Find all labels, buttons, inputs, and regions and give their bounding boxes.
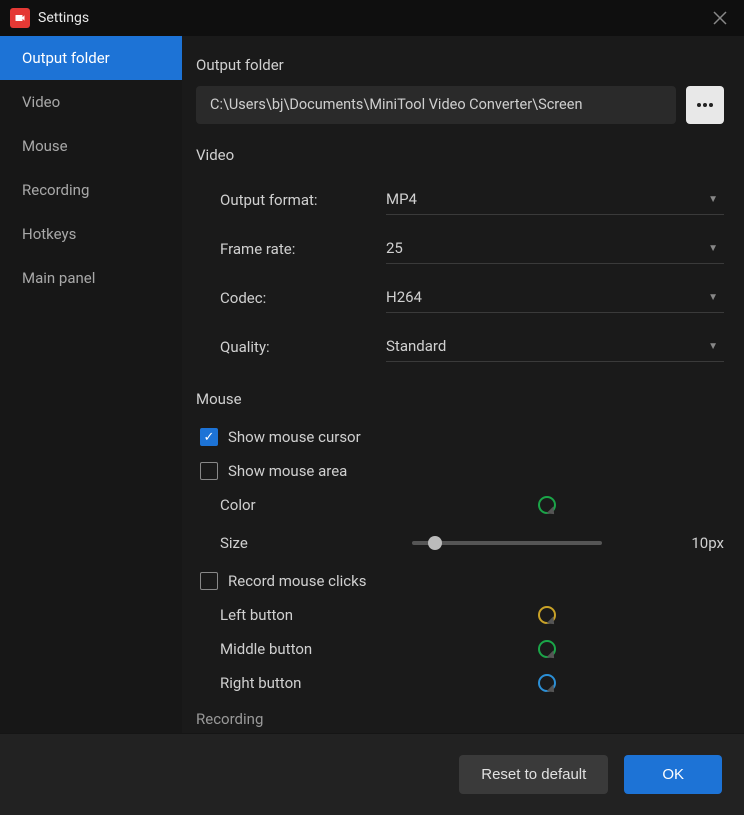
section-output-folder-title: Output folder bbox=[196, 56, 724, 74]
sidebar: Output folder Video Mouse Recording Hotk… bbox=[0, 36, 182, 733]
quality-label: Quality: bbox=[220, 338, 386, 356]
close-button[interactable] bbox=[706, 4, 734, 32]
sidebar-item-recording[interactable]: Recording bbox=[0, 168, 182, 212]
show-area-checkbox[interactable] bbox=[200, 462, 218, 480]
right-button-color-picker[interactable] bbox=[538, 674, 556, 692]
middle-button-label: Middle button bbox=[220, 640, 538, 658]
area-color-picker[interactable] bbox=[538, 496, 556, 514]
frame-rate-label: Frame rate: bbox=[220, 240, 386, 258]
right-button-label: Right button bbox=[220, 674, 538, 692]
codec-select[interactable]: H264 ▼ bbox=[386, 282, 724, 313]
quality-value: Standard bbox=[386, 337, 446, 355]
sidebar-item-video[interactable]: Video bbox=[0, 80, 182, 124]
record-clicks-label: Record mouse clicks bbox=[228, 572, 366, 590]
middle-button-color-picker[interactable] bbox=[538, 640, 556, 658]
app-icon bbox=[10, 8, 30, 28]
reset-button[interactable]: Reset to default bbox=[459, 755, 608, 794]
frame-rate-select[interactable]: 25 ▼ bbox=[386, 233, 724, 264]
browse-button[interactable] bbox=[686, 86, 724, 124]
chevron-down-icon: ▼ bbox=[708, 243, 718, 254]
footer: Reset to default OK bbox=[0, 733, 744, 815]
record-clicks-checkbox[interactable] bbox=[200, 572, 218, 590]
section-video-title: Video bbox=[196, 146, 724, 164]
show-cursor-label: Show mouse cursor bbox=[228, 428, 361, 446]
frame-rate-value: 25 bbox=[386, 239, 403, 257]
sidebar-item-mouse[interactable]: Mouse bbox=[0, 124, 182, 168]
size-label: Size bbox=[220, 534, 400, 552]
output-format-select[interactable]: MP4 ▼ bbox=[386, 184, 724, 215]
size-slider[interactable] bbox=[412, 541, 602, 545]
ellipsis-icon bbox=[697, 103, 713, 107]
main-panel: Output folder C:\Users\bj\Documents\Mini… bbox=[182, 36, 744, 733]
sidebar-item-hotkeys[interactable]: Hotkeys bbox=[0, 212, 182, 256]
left-button-label: Left button bbox=[220, 606, 538, 624]
chevron-down-icon: ▼ bbox=[708, 194, 718, 205]
chevron-down-icon: ▼ bbox=[708, 341, 718, 352]
titlebar: Settings bbox=[0, 0, 744, 36]
sidebar-item-output-folder[interactable]: Output folder bbox=[0, 36, 182, 80]
slider-thumb[interactable] bbox=[428, 536, 442, 550]
size-value: 10px bbox=[691, 534, 724, 552]
ok-button[interactable]: OK bbox=[624, 755, 722, 794]
chevron-down-icon: ▼ bbox=[708, 292, 718, 303]
codec-value: H264 bbox=[386, 288, 422, 306]
quality-select[interactable]: Standard ▼ bbox=[386, 331, 724, 362]
area-color-label: Color bbox=[220, 496, 538, 514]
output-format-label: Output format: bbox=[220, 191, 386, 209]
show-cursor-checkbox[interactable] bbox=[200, 428, 218, 446]
section-mouse-title: Mouse bbox=[196, 390, 724, 408]
output-folder-path[interactable]: C:\Users\bj\Documents\MiniTool Video Con… bbox=[196, 86, 676, 124]
left-button-color-picker[interactable] bbox=[538, 606, 556, 624]
codec-label: Codec: bbox=[220, 289, 386, 307]
close-icon bbox=[713, 11, 727, 25]
sidebar-item-main-panel[interactable]: Main panel bbox=[0, 256, 182, 300]
output-format-value: MP4 bbox=[386, 190, 417, 208]
camera-icon bbox=[14, 12, 26, 24]
section-recording-title: Recording bbox=[196, 710, 724, 728]
window-title: Settings bbox=[38, 10, 698, 26]
show-area-label: Show mouse area bbox=[228, 462, 347, 480]
